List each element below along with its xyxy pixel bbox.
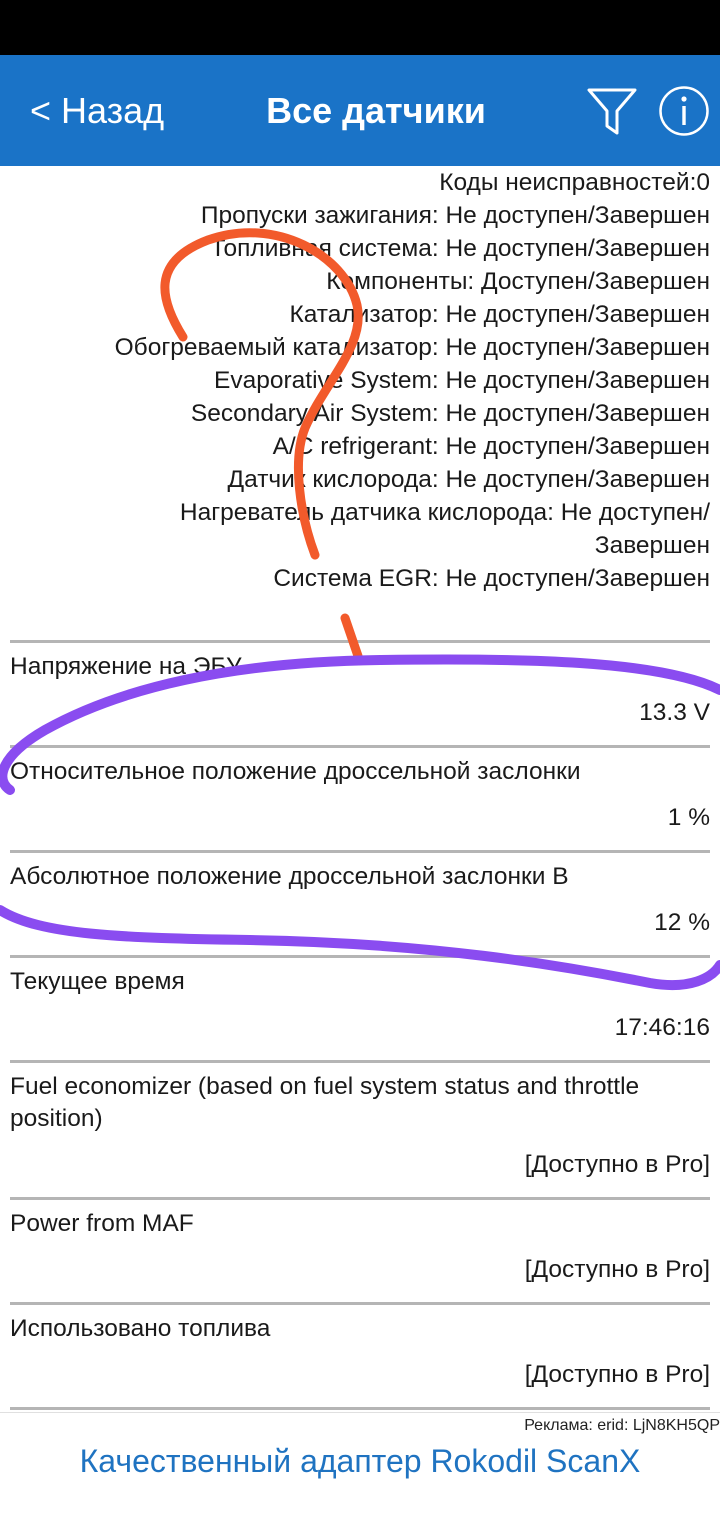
- status-line: Нагреватель датчика кислорода: Не доступ…: [179, 499, 710, 559]
- status-line: Компоненты: Доступен/Завершен: [326, 268, 710, 295]
- sensor-row[interactable]: Power from MAF [Доступно в Pro]: [10, 1197, 710, 1302]
- ad-link[interactable]: Качественный адаптер Rokodil ScanX: [0, 1443, 720, 1480]
- sensor-row[interactable]: Текущее время 17:46:16: [10, 955, 710, 1060]
- sensor-value: 13.3 V: [639, 699, 710, 726]
- sensor-value: [Доступно в Pro]: [524, 1361, 710, 1388]
- sensor-row[interactable]: Fuel economizer (based on fuel system st…: [10, 1060, 710, 1197]
- sensor-row[interactable]: Использовано топлива [Доступно в Pro]: [10, 1302, 710, 1407]
- sensor-label: Абсолютное положение дроссельной заслонк…: [10, 863, 569, 890]
- sensor-label: Fuel economizer (based on fuel system st…: [10, 1073, 640, 1132]
- monitor-status-list: Коды неисправностей:0 Пропуски зажигания:…: [0, 166, 720, 595]
- sensor-label: Текущее время: [10, 968, 185, 995]
- sensor-label: Относительное положение дроссельной засл…: [10, 758, 581, 785]
- status-line: A/C refrigerant: Не доступен/Завершен: [272, 433, 710, 460]
- funnel-icon[interactable]: [586, 87, 638, 137]
- system-status-bar: [0, 0, 720, 55]
- ad-label: Реклама: erid: LjN8KH5QP: [524, 1417, 720, 1434]
- ad-banner: Реклама: erid: LjN8KH5QP Качественный ад…: [0, 1412, 720, 1521]
- info-icon[interactable]: [658, 85, 710, 137]
- status-line: Коды неисправностей:0: [439, 169, 710, 196]
- sensor-value: [Доступно в Pro]: [524, 1256, 710, 1283]
- divider: [10, 1407, 710, 1410]
- status-line: Secondary Air System: Не доступен/Заверш…: [190, 400, 710, 427]
- sensor-row[interactable]: Абсолютное положение дроссельной заслонк…: [10, 850, 710, 955]
- sensor-row[interactable]: Относительное положение дроссельной засл…: [10, 745, 710, 850]
- sensor-value: 17:46:16: [614, 1014, 710, 1041]
- status-line: Обогреваемый катализатор: Не доступен/За…: [114, 334, 710, 361]
- status-line: Датчик кислорода: Не доступен/Завершен: [227, 466, 710, 493]
- status-line: Топливная система: Не доступен/Завершен: [210, 235, 710, 262]
- sensor-value: 12 %: [654, 909, 710, 936]
- sensor-label: Использовано топлива: [10, 1315, 271, 1342]
- sensor-row[interactable]: Напряжение на ЭБУ 13.3 V: [10, 640, 710, 745]
- sensor-label: Напряжение на ЭБУ: [10, 653, 242, 680]
- sensor-list: Напряжение на ЭБУ 13.3 V Относительное пол…: [0, 640, 720, 1410]
- status-line: Катализатор: Не доступен/Завершен: [289, 301, 710, 328]
- status-line: Evaporative System: Не доступен/Завершен: [214, 367, 710, 394]
- navigation-bar: < Назад Все датчики: [0, 55, 720, 166]
- sensor-value: 1 %: [667, 804, 710, 831]
- sensor-value: [Доступно в Pro]: [524, 1151, 710, 1178]
- sensor-label: Power from MAF: [10, 1210, 194, 1237]
- status-line: Пропуски зажигания: Не доступен/Завершен: [200, 202, 710, 229]
- status-line: Система EGR: Не доступен/Завершен: [273, 565, 710, 592]
